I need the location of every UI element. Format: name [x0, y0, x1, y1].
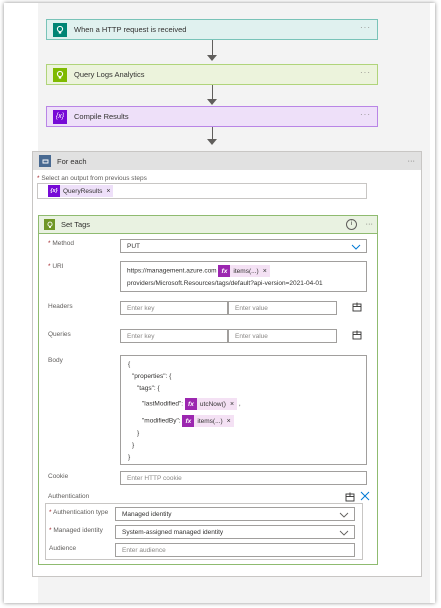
switch-to-text-mode-icon[interactable] [352, 330, 362, 342]
query-value-input[interactable]: Enter value [228, 329, 337, 343]
queries-label: Queries [48, 331, 71, 338]
utcnow-token[interactable]: fx utcNow() × [184, 398, 238, 410]
remove-token-icon[interactable]: × [227, 418, 231, 425]
connector-arrowhead [207, 99, 217, 105]
step-title: Compile Results [74, 112, 129, 121]
remove-token-icon[interactable]: × [230, 401, 234, 408]
cookie-input[interactable]: Enter HTTP cookie [120, 471, 367, 485]
items-token[interactable]: fx items(...) × [218, 265, 270, 277]
authentication-label: Authentication [48, 493, 90, 500]
headers-label: Headers [48, 303, 73, 310]
remove-token-icon[interactable]: × [263, 268, 267, 275]
more-options-icon[interactable]: ··· [366, 219, 374, 228]
info-icon[interactable]: i [346, 219, 357, 230]
connector-arrow [212, 85, 213, 99]
set-tags-action: Set Tags i ··· * Method PUT * URI https:… [38, 215, 378, 565]
expression-icon: fx [182, 415, 195, 427]
body-input[interactable]: { "properties": { "tags": { "lastModifie… [120, 355, 367, 465]
select-output-input[interactable]: {x} QueryResults × [37, 183, 367, 199]
uri-input[interactable]: https://management.azure.com fx items(..… [120, 261, 367, 292]
foreach-title: For each [57, 156, 87, 166]
managed-identity-label: * Managed identity [49, 527, 103, 534]
http-icon [44, 219, 55, 230]
cookie-label: Cookie [48, 473, 69, 480]
step-compile-results[interactable]: {x} Compile Results ··· [46, 106, 378, 127]
foreach-header[interactable]: For each ··· [33, 152, 421, 170]
remove-token-icon[interactable]: × [106, 188, 110, 195]
set-tags-title: Set Tags [61, 220, 91, 229]
more-options-icon[interactable]: ··· [360, 23, 371, 32]
variable-icon: {x} [53, 109, 67, 124]
select-output-label: * Select an output from previous steps [37, 175, 147, 182]
header-value-input[interactable]: Enter value [228, 301, 337, 315]
step-http-trigger[interactable]: When a HTTP request is received ··· [46, 19, 378, 40]
close-icon[interactable] [360, 491, 370, 503]
method-dropdown[interactable]: PUT [120, 239, 367, 253]
connector-arrow [212, 127, 213, 139]
foreach-container: For each ··· * Select an output from pre… [32, 151, 422, 577]
items-token[interactable]: fx items(...) × [182, 415, 234, 427]
connector-arrowhead [207, 139, 217, 145]
step-title: Query Logs Analytics [74, 70, 145, 79]
audience-input[interactable]: Enter audience [115, 543, 355, 557]
set-tags-header[interactable]: Set Tags i ··· [39, 216, 377, 234]
connector-arrow [212, 40, 213, 55]
chevron-down-icon [351, 244, 361, 250]
body-label: Body [48, 357, 63, 364]
switch-to-text-mode-icon[interactable] [352, 302, 362, 314]
query-key-input[interactable]: Enter key [120, 329, 228, 343]
chevron-down-icon [339, 512, 349, 518]
variable-icon: {x} [48, 185, 60, 197]
more-options-icon[interactable]: ··· [408, 156, 416, 165]
managed-identity-dropdown[interactable]: System-assigned managed identity [115, 525, 355, 539]
lightbulb-icon [53, 67, 67, 82]
query-results-token[interactable]: {x} QueryResults × [48, 185, 114, 197]
expression-icon: fx [218, 265, 231, 277]
more-options-icon[interactable]: ··· [360, 68, 371, 77]
uri-label: * URI [48, 263, 64, 270]
auth-type-label: * Authentication type [49, 509, 109, 516]
authentication-panel: * Authentication type Managed identity *… [45, 503, 363, 560]
expression-icon: fx [184, 398, 197, 410]
loop-icon [39, 155, 51, 167]
method-label: * Method [48, 240, 75, 247]
designer-frame: When a HTTP request is received ··· Quer… [4, 3, 435, 603]
chevron-down-icon [339, 530, 349, 536]
header-key-input[interactable]: Enter key [120, 301, 228, 315]
connector-arrowhead [207, 55, 217, 61]
http-request-icon [53, 22, 67, 37]
more-options-icon[interactable]: ··· [360, 110, 371, 119]
designer-canvas: When a HTTP request is received ··· Quer… [32, 3, 430, 603]
step-title: When a HTTP request is received [74, 25, 187, 34]
audience-label: Audience [49, 545, 77, 552]
step-query-logs[interactable]: Query Logs Analytics ··· [46, 64, 378, 85]
auth-type-dropdown[interactable]: Managed identity [115, 507, 355, 521]
